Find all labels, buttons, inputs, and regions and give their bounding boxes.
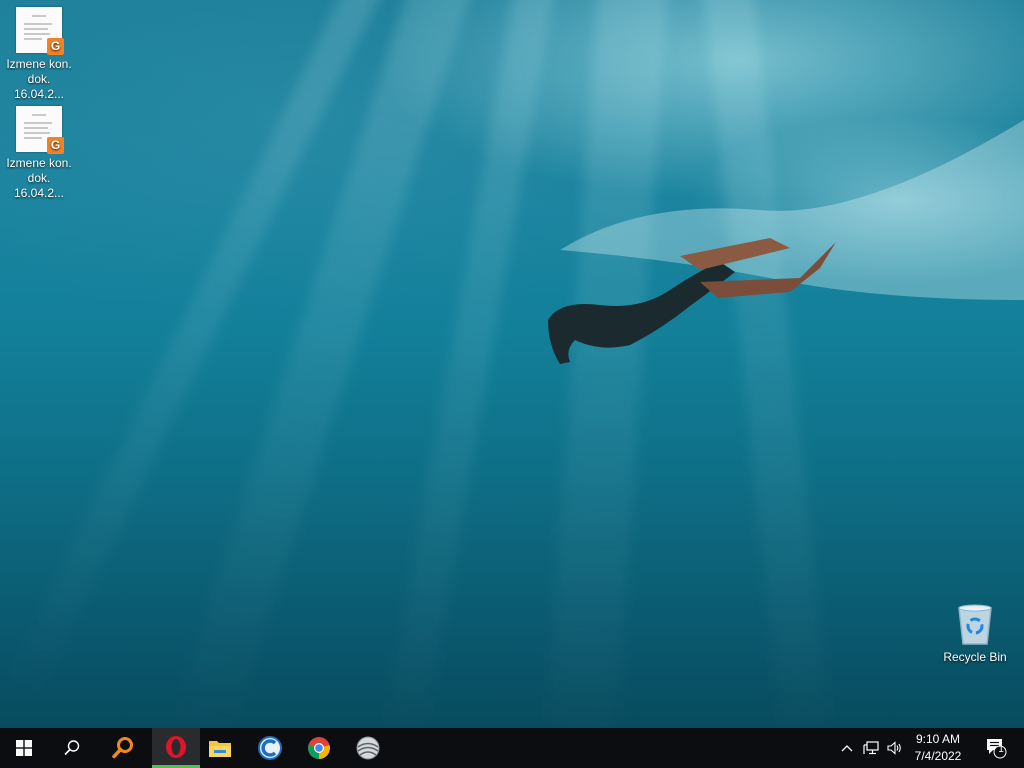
diver-illustration — [548, 120, 1024, 364]
document-thumbnail-icon: G — [16, 106, 64, 154]
opera-icon — [166, 735, 186, 758]
clock-time: 9:10 AM — [915, 732, 961, 746]
taskbar-app-file-explorer[interactable] — [196, 728, 244, 768]
start-button[interactable] — [0, 728, 48, 768]
network-icon — [863, 741, 879, 755]
desktop-icon-label: Recycle Bin — [943, 650, 1007, 664]
desktop-icon-label: dok. 16.04.2... — [13, 72, 65, 101]
desktop-icon-label: Izmene kon. — [6, 57, 72, 71]
magnifier-orange-icon — [112, 737, 133, 759]
chevron-up-icon — [841, 745, 853, 752]
desktop-icon-label: dok. 16.04.2... — [13, 171, 65, 200]
taskbar-app-opera[interactable] — [152, 728, 200, 768]
desktop-icon-recycle-bin[interactable]: Recycle Bin — [937, 602, 1013, 665]
taskbar-search-button[interactable] — [48, 728, 96, 768]
recycle-bin-icon — [958, 604, 992, 645]
document-app-badge-icon: G — [47, 38, 64, 55]
volume-icon — [887, 741, 901, 755]
desktop-wallpaper: G Izmene kon. dok. 16.04.2... G Izmene k… — [0, 0, 1024, 728]
notification-count-badge: 1 — [998, 744, 1004, 755]
taskbar-app-search[interactable] — [99, 728, 147, 768]
action-center-button[interactable]: 1 — [976, 728, 1016, 768]
volume-button[interactable] — [884, 728, 906, 768]
document-thumbnail-icon: G — [16, 7, 64, 55]
desktop-icon-document-1[interactable]: G Izmene kon. dok. 16.04.2... — [1, 7, 77, 102]
taskbar-app-ccleaner[interactable] — [246, 728, 294, 768]
chrome-icon — [308, 737, 330, 759]
globe-app-icon — [356, 736, 380, 760]
show-hidden-icons-button[interactable] — [838, 728, 856, 768]
taskbar-app-chrome[interactable] — [295, 728, 343, 768]
desktop-icon-document-2[interactable]: G Izmene kon. dok. 16.04.2... — [1, 106, 77, 201]
search-icon — [64, 740, 80, 756]
windows-logo-icon — [16, 740, 32, 756]
taskbar-clock[interactable]: 9:10 AM 7/4/2022 — [906, 731, 970, 765]
taskbar-app-globe[interactable] — [344, 728, 392, 768]
document-app-badge-icon: G — [47, 137, 64, 154]
clock-date: 7/4/2022 — [914, 749, 962, 763]
ccleaner-icon — [258, 736, 282, 760]
folder-icon — [209, 741, 231, 757]
taskbar: 9:10 AM 7/4/2022 1 — [0, 728, 1024, 768]
desktop-icon-label: Izmene kon. — [6, 156, 72, 170]
network-button[interactable] — [860, 728, 882, 768]
